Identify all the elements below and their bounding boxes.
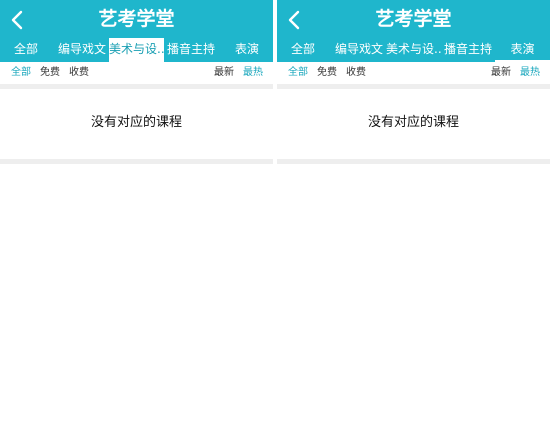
tab-broadcasting-hosting[interactable]: 播音主持 bbox=[164, 38, 218, 62]
tab-acting[interactable]: 表演 bbox=[227, 38, 267, 62]
tab-acting[interactable]: 表演 bbox=[495, 38, 550, 62]
empty-message: 没有对应的课程 bbox=[90, 115, 182, 130]
category-tabs: 全部 编导戏文 美术与设... 播音主持 表演 bbox=[0, 38, 273, 62]
page-title: 艺考学堂 bbox=[375, 8, 452, 30]
page-title: 艺考学堂 bbox=[98, 8, 175, 30]
screen-right: 艺考学堂 全部 编导戏文 美术与设... 播音主持 表演 全部 免费 收费 最新… bbox=[277, 0, 550, 429]
filter-paid[interactable]: 收费 bbox=[346, 62, 366, 84]
app-header: 艺考学堂 全部 编导戏文 美术与设... 播音主持 表演 bbox=[277, 0, 550, 62]
filter-all[interactable]: 全部 bbox=[11, 62, 31, 84]
filter-paid[interactable]: 收费 bbox=[69, 62, 89, 84]
tab-directing-drama[interactable]: 编导戏文 bbox=[55, 38, 109, 62]
separator bbox=[0, 84, 273, 89]
empty-message: 没有对应的课程 bbox=[367, 115, 459, 130]
separator bbox=[277, 84, 550, 89]
category-tabs: 全部 编导戏文 美术与设... 播音主持 表演 bbox=[277, 38, 550, 62]
separator bbox=[277, 159, 550, 164]
sort-latest[interactable]: 最新 bbox=[491, 62, 511, 84]
tab-art-design[interactable]: 美术与设... bbox=[109, 38, 164, 62]
app-header: 艺考学堂 全部 编导戏文 美术与设... 播音主持 表演 bbox=[0, 0, 273, 62]
tab-directing-drama[interactable]: 编导戏文 bbox=[332, 38, 386, 62]
tab-art-design[interactable]: 美术与设... bbox=[386, 38, 441, 62]
sort-latest[interactable]: 最新 bbox=[214, 62, 234, 84]
filter-free[interactable]: 免费 bbox=[40, 62, 60, 84]
tab-all[interactable]: 全部 bbox=[6, 38, 46, 62]
filter-free[interactable]: 免费 bbox=[317, 62, 337, 84]
tab-broadcasting-hosting[interactable]: 播音主持 bbox=[441, 38, 495, 62]
tab-all[interactable]: 全部 bbox=[283, 38, 323, 62]
filter-bar: 全部 免费 收费 最新 最热 bbox=[277, 62, 550, 84]
screen-left: 艺考学堂 全部 编导戏文 美术与设... 播音主持 表演 全部 免费 收费 最新… bbox=[0, 0, 273, 429]
sort-hottest[interactable]: 最热 bbox=[243, 62, 263, 84]
separator bbox=[0, 159, 273, 164]
filter-bar: 全部 免费 收费 最新 最热 bbox=[0, 62, 273, 84]
filter-all[interactable]: 全部 bbox=[288, 62, 308, 84]
sort-hottest[interactable]: 最热 bbox=[520, 62, 540, 84]
